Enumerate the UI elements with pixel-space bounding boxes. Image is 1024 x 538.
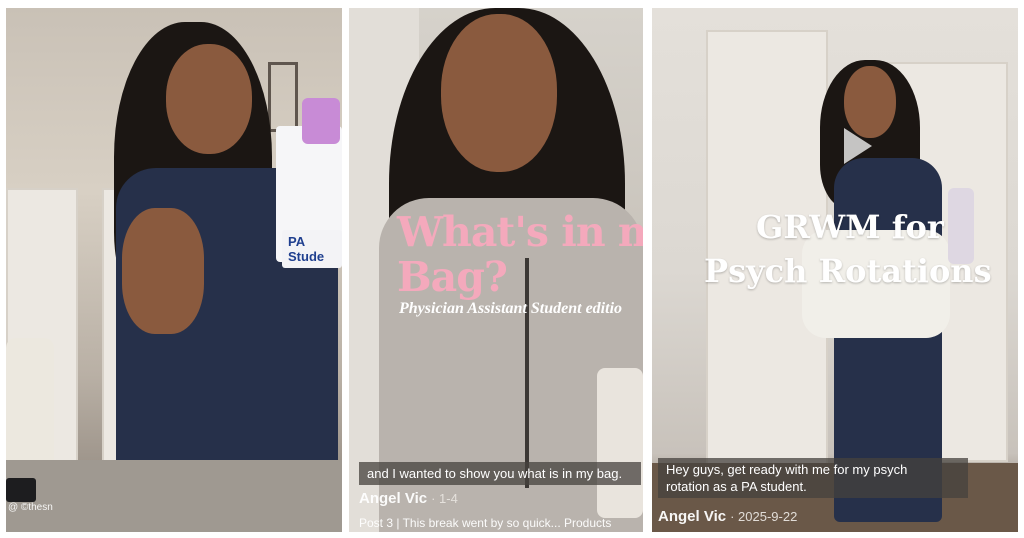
jacket-zipper (525, 258, 529, 488)
video-card-3[interactable]: GRWM for Psych Rotations Hey guys, get r… (652, 8, 1018, 532)
person-face (166, 44, 252, 154)
overlay-title-line2: Psych Rotations (704, 252, 992, 290)
caption-line-1: Hey guys, get ready with me for my psych (666, 462, 908, 477)
background-frame (268, 62, 298, 132)
author-name[interactable]: Angel Vic (658, 508, 726, 525)
post-date: · 1-4 (431, 491, 458, 506)
caption-box: Hey guys, get ready with me for my psych… (658, 458, 968, 498)
tote-bag (597, 368, 643, 518)
post-description[interactable]: Post 3 | This break went by so quick... … (359, 516, 611, 530)
caption-text: and I wanted to show you what is in my b… (359, 462, 641, 485)
play-icon[interactable] (844, 128, 872, 164)
overlay-subtitle: Physician Assistant Student editio (399, 300, 623, 317)
video-card-2[interactable]: What's in m Bag? Physician Assistant Stu… (349, 8, 643, 532)
person-face (441, 14, 557, 172)
phone (6, 478, 36, 502)
id-badge-text: PA Stude (282, 230, 342, 268)
card-lanyard (302, 98, 340, 144)
overlay-title-line2: Bag? (397, 253, 508, 301)
author-info: Angel Vic · 1-4 (359, 490, 458, 507)
watermark-handle: @ ©thesn (8, 502, 53, 513)
person-hand (122, 208, 204, 334)
caption-line-2: rotation as a PA student. (666, 479, 807, 494)
white-bag (6, 338, 54, 478)
author-name[interactable]: Angel Vic (359, 490, 427, 507)
author-info: Angel Vic · 2025-9-22 (658, 508, 797, 525)
post-date: · 2025-9-22 (730, 509, 798, 524)
table-surface (6, 460, 342, 532)
overlay-title-line1: GRWM for (756, 208, 944, 246)
video-card-1[interactable]: PA Stude @ ©thesn (6, 8, 342, 532)
overlay-title-line1: What's in m (397, 208, 643, 256)
